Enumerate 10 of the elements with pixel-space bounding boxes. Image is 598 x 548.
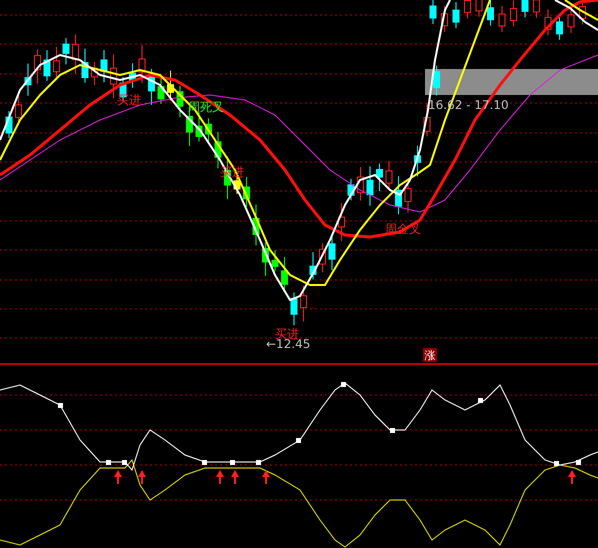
signal-label: 买进 [275, 327, 299, 341]
up-arrow-icon [262, 470, 270, 484]
medium-average-line [564, 0, 598, 21]
up-arrow-icon [216, 470, 224, 484]
up-arrow-icon [114, 470, 122, 484]
short-average-line [554, 0, 598, 31]
up-arrow-icon [568, 470, 576, 484]
up-arrow-icon [231, 470, 239, 484]
up-arrow-icon [138, 470, 146, 484]
rise-badge: 涨 [423, 348, 437, 362]
